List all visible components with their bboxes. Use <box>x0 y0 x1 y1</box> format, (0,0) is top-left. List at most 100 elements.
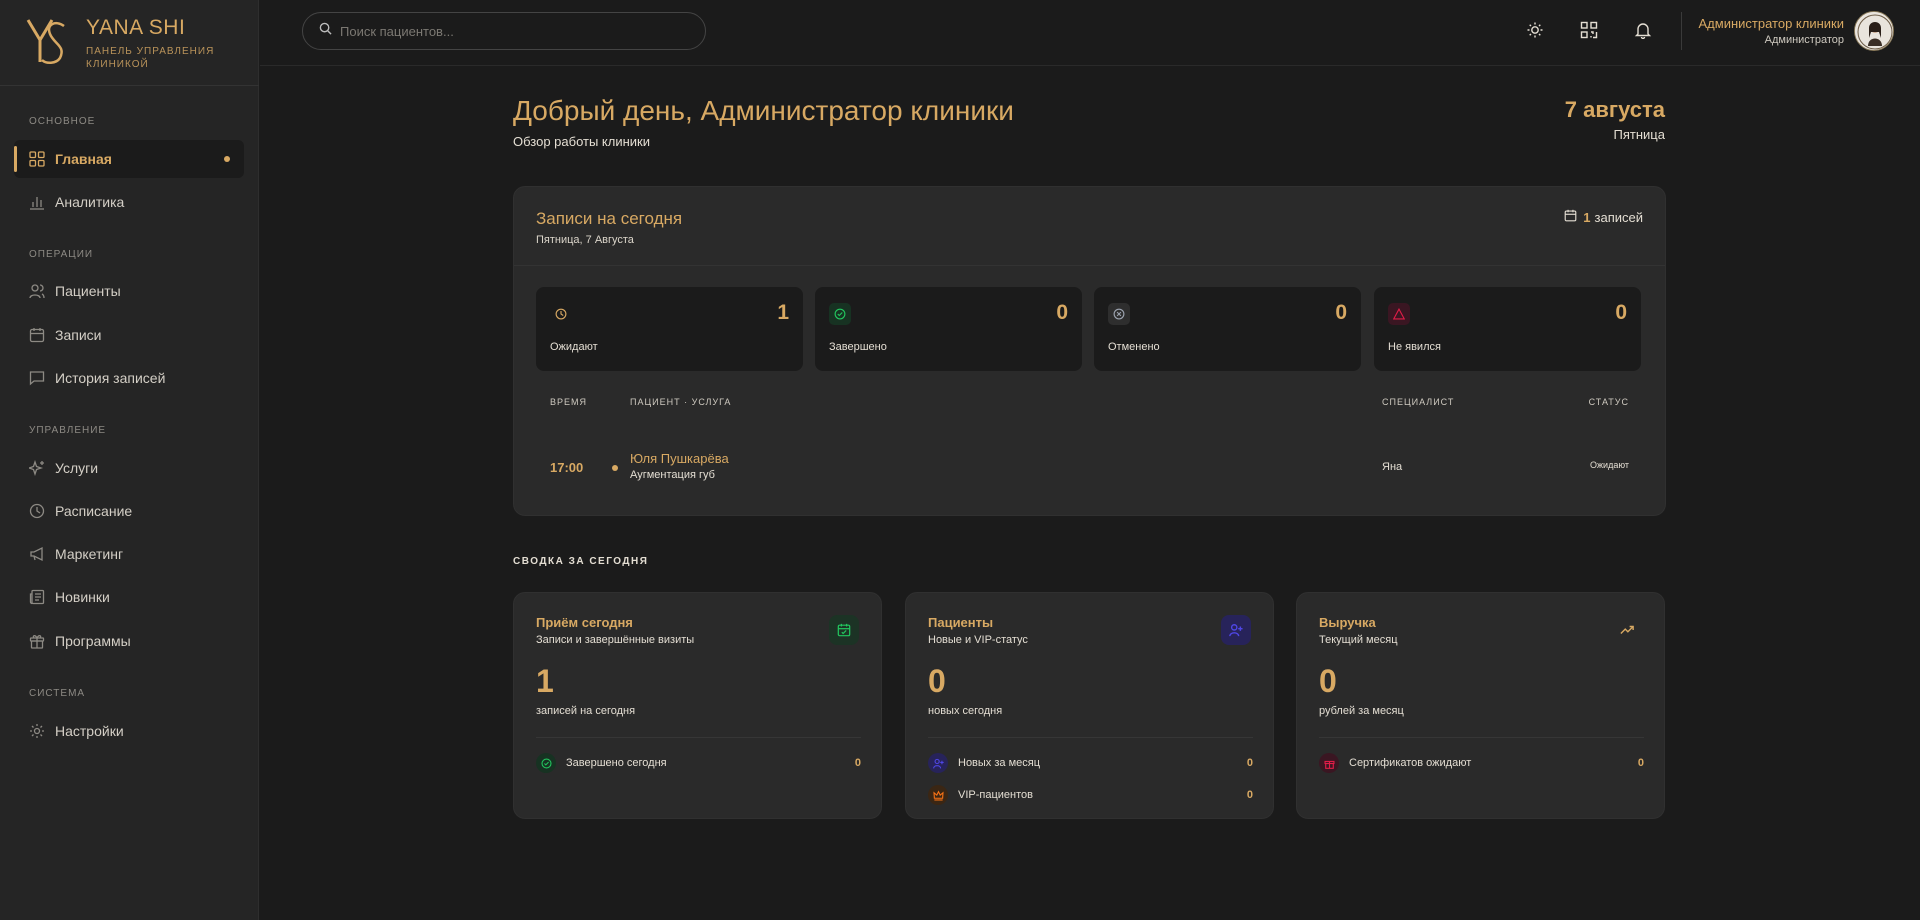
user-plus-icon <box>1221 615 1251 645</box>
newspaper-icon <box>29 589 45 605</box>
sidebar-item-marketing[interactable]: Маркетинг <box>14 535 244 573</box>
sidebar-item-news[interactable]: Новинки <box>14 578 244 616</box>
sidebar-item-label: Услуги <box>55 460 99 476</box>
stat-completed[interactable]: 0 Завершено <box>815 287 1082 371</box>
summary-card-revenue[interactable]: Выручка Текущий месяц 0 рублей за месяц … <box>1296 592 1665 819</box>
nav-section-main: ОСНОВНОЕ <box>29 116 96 127</box>
sidebar-item-schedule[interactable]: Расписание <box>14 492 244 530</box>
sidebar-item-home[interactable]: Главная <box>14 140 244 178</box>
card-title: Пациенты <box>928 615 994 630</box>
sidebar-item-appointments[interactable]: Записи <box>14 316 244 354</box>
current-weekday: Пятница <box>1613 127 1665 142</box>
sidebar-item-programs[interactable]: Программы <box>14 622 244 660</box>
sidebar-item-label: Расписание <box>55 503 133 519</box>
sidebar: YANA SHI ПАНЕЛЬ УПРАВЛЕНИЯ КЛИНИКОЙ ОСНО… <box>0 0 259 920</box>
search-input[interactable] <box>340 23 680 39</box>
card-value-label: рублей за месяц <box>1319 705 1404 717</box>
appointments-date: Пятница, 7 Августа <box>536 234 634 246</box>
list-item: Сертификатов ожидают 0 <box>1319 753 1644 773</box>
status-badge: Ожидают <box>1590 460 1629 470</box>
sidebar-item-history[interactable]: История записей <box>14 359 244 397</box>
row-label: Сертификатов ожидают <box>1349 757 1472 769</box>
alert-triangle-icon <box>1388 303 1410 325</box>
column-header-status: СТАТУС <box>1588 397 1629 407</box>
appointments-count-badge[interactable]: 1 записей <box>1564 209 1643 225</box>
sidebar-item-analytics[interactable]: Аналитика <box>14 183 244 221</box>
stat-value: 1 <box>777 301 789 324</box>
divider <box>0 85 259 86</box>
card-subtitle: Новые и VIP-статус <box>928 634 1028 646</box>
theme-toggle-sun-icon[interactable] <box>1525 20 1545 40</box>
nav-section-operations: ОПЕРАЦИИ <box>29 249 94 260</box>
sidebar-item-label: Настройки <box>55 723 124 739</box>
appointments-count: 1 <box>1583 209 1591 225</box>
qr-code-icon[interactable] <box>1579 20 1599 40</box>
sidebar-item-patients[interactable]: Пациенты <box>14 272 244 310</box>
column-header-time: ВРЕМЯ <box>550 397 588 407</box>
sidebar-item-label: Записи <box>55 327 102 343</box>
current-date: 7 августа <box>1564 97 1665 122</box>
summary-card-patients[interactable]: Пациенты Новые и VIP-статус 0 новых сего… <box>905 592 1274 819</box>
notification-bell-icon[interactable] <box>1633 20 1653 40</box>
gear-icon <box>29 723 45 739</box>
row-value: 0 <box>1637 757 1644 769</box>
avatar[interactable] <box>1854 11 1894 51</box>
sidebar-item-label: Аналитика <box>55 194 125 210</box>
status-dot <box>612 465 618 471</box>
brand-title: YANA SHI <box>86 16 186 39</box>
card-value-label: новых сегодня <box>928 705 1003 717</box>
stat-no-show[interactable]: 0 Не явился <box>1374 287 1641 371</box>
users-icon <box>29 283 45 299</box>
column-header-specialist: СПЕЦИАЛИСТ <box>1382 397 1455 407</box>
summary-card-reception[interactable]: Приём сегодня Записи и завершённые визит… <box>513 592 882 819</box>
bar-chart-icon <box>29 194 45 210</box>
clock-icon <box>550 303 572 325</box>
page-title: Добрый день, Администратор клиники <box>513 95 1014 126</box>
stat-waiting[interactable]: 1 Ожидают <box>536 287 803 371</box>
card-subtitle: Текущий месяц <box>1319 634 1398 646</box>
brand-logo[interactable]: YANA SHI ПАНЕЛЬ УПРАВЛЕНИЯ КЛИНИКОЙ <box>26 16 226 70</box>
user-plus-icon <box>928 753 948 773</box>
column-header-patient-service: ПАЦИЕНТ · УСЛУГА <box>630 397 732 407</box>
ys-logo-icon <box>26 19 65 64</box>
patient-name[interactable]: Юля Пушкарёва <box>630 451 729 466</box>
sidebar-item-label: История записей <box>55 370 166 386</box>
sidebar-item-label: Главная <box>55 151 112 167</box>
calendar-check-icon <box>829 615 859 645</box>
row-value: 0 <box>854 757 861 769</box>
card-value: 0 <box>1319 663 1337 699</box>
row-label: Завершено сегодня <box>566 757 667 769</box>
sidebar-item-label: Маркетинг <box>55 546 124 562</box>
nav-section-management: УПРАВЛЕНИЕ <box>29 425 107 436</box>
gift-icon <box>1319 753 1339 773</box>
appointments-card: Записи на сегодня Пятница, 7 Августа 1 з… <box>513 186 1666 516</box>
search-box[interactable] <box>302 12 706 50</box>
divider <box>928 737 1253 738</box>
row-label: VIP-пациентов <box>958 789 1033 801</box>
divider <box>1319 737 1644 738</box>
sparkles-icon <box>29 460 45 476</box>
card-subtitle: Записи и завершённые визиты <box>536 634 695 646</box>
divider <box>1681 12 1682 50</box>
user-name[interactable]: Администратор клиники <box>1699 16 1844 31</box>
card-value: 1 <box>536 663 554 699</box>
appointments-title: Записи на сегодня <box>536 209 683 228</box>
card-title: Выручка <box>1319 615 1376 630</box>
list-item: Новых за месяц 0 <box>928 753 1253 773</box>
calendar-icon <box>29 327 45 343</box>
sidebar-item-label: Программы <box>55 633 131 649</box>
appointments-count-label: записей <box>1594 209 1643 225</box>
service-name: Аугментация губ <box>630 469 715 481</box>
stat-value: 0 <box>1615 301 1627 324</box>
stat-label: Отменено <box>1108 341 1160 353</box>
stat-cancelled[interactable]: 0 Отменено <box>1094 287 1361 371</box>
brand-subtitle: ПАНЕЛЬ УПРАВЛЕНИЯ КЛИНИКОЙ <box>86 46 215 70</box>
sidebar-item-label: Пациенты <box>55 283 121 299</box>
page-subtitle: Обзор работы клиники <box>513 134 650 149</box>
summary-heading: СВОДКА ЗА СЕГОДНЯ <box>513 556 649 567</box>
message-icon <box>29 370 45 386</box>
appointment-time: 17:00 <box>550 460 584 475</box>
sidebar-item-settings[interactable]: Настройки <box>14 712 244 750</box>
sidebar-item-services[interactable]: Услуги <box>14 449 244 487</box>
calendar-icon <box>1564 209 1577 225</box>
